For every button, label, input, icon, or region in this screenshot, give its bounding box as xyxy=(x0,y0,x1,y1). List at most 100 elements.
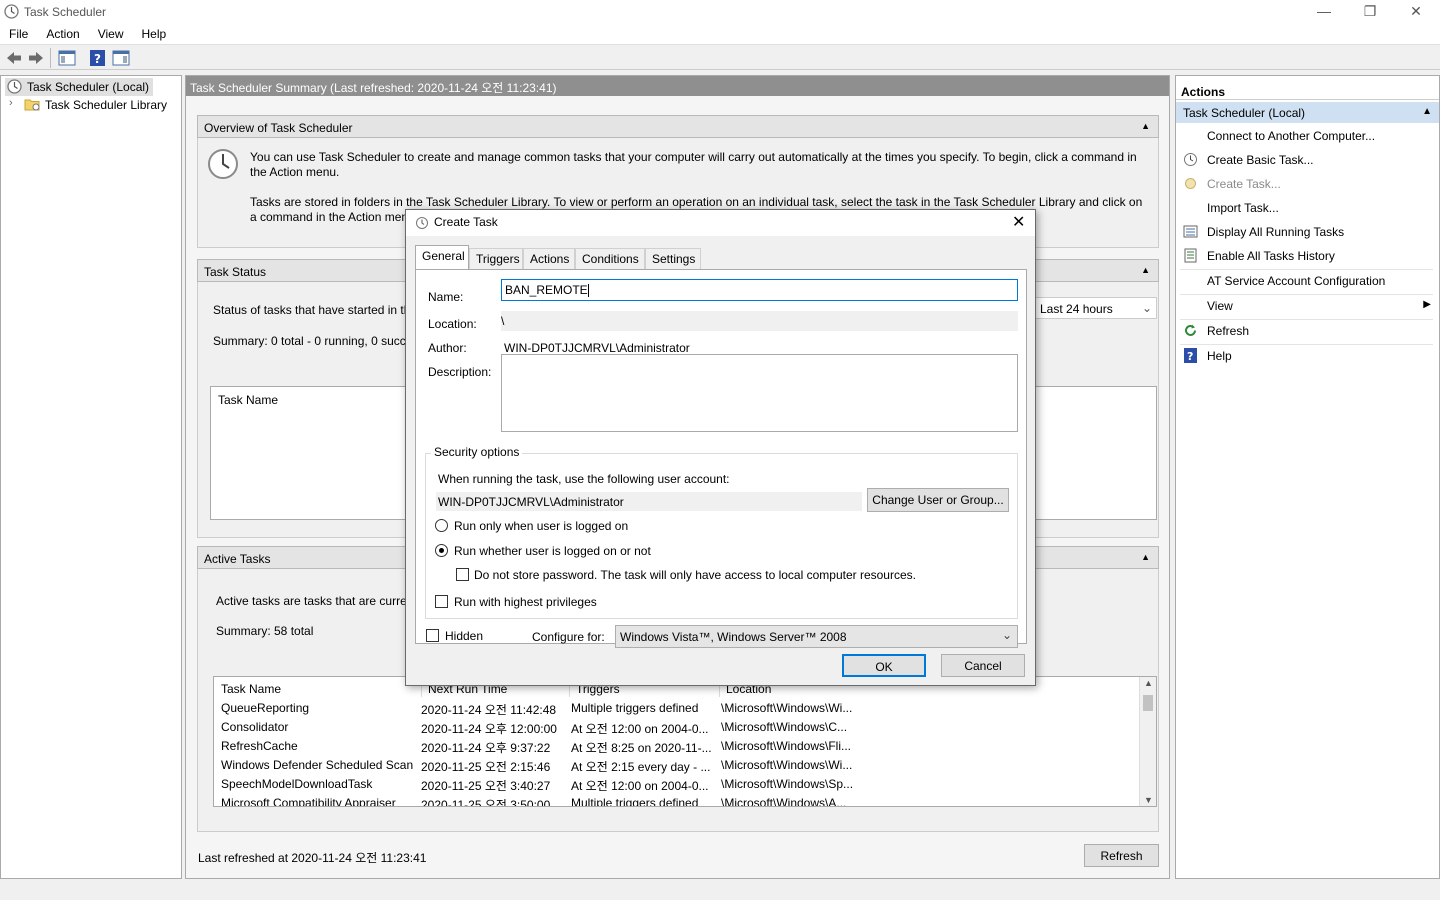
actions-pane: Actions Task Scheduler (Local) ▲ Connect… xyxy=(1175,75,1440,879)
cell-task-name: RefreshCache xyxy=(221,739,298,753)
tab-triggers[interactable]: Triggers xyxy=(469,248,523,269)
action-view[interactable]: View ▶ xyxy=(1176,295,1439,319)
active-tasks-grid[interactable]: Task Name Next Run Time Triggers Locatio… xyxy=(213,676,1157,807)
checkbox-do-not-store-password[interactable] xyxy=(456,568,469,581)
action-connect-to-another-computer[interactable]: Connect to Another Computer... xyxy=(1176,125,1439,149)
collapse-up-icon[interactable]: ▲ xyxy=(1141,265,1150,275)
scroll-up-icon[interactable]: ▲ xyxy=(1144,678,1153,688)
menu-help[interactable]: Help xyxy=(133,24,176,41)
close-button[interactable]: ✕ xyxy=(1393,0,1439,24)
cell-location: \Microsoft\Windows\Wi... xyxy=(721,701,853,715)
table-row[interactable]: Windows Defender Scheduled Scan 2020-11-2… xyxy=(221,755,1121,774)
table-row[interactable]: RefreshCache 2020-11-24 오후 9:37:22 At 오전 8… xyxy=(221,736,1121,755)
running-tasks-icon xyxy=(1183,225,1198,238)
refresh-button[interactable]: Refresh xyxy=(1084,844,1159,867)
clock-icon xyxy=(208,149,238,179)
table-row[interactable]: QueueReporting 2020-11-24 오전 11:42:48 Mult… xyxy=(221,698,1121,717)
cell-next-run: 2020-11-24 오후 9:37:22 xyxy=(421,741,551,755)
dialog-close-icon[interactable]: ✕ xyxy=(1012,212,1025,232)
table-row[interactable]: Consolidator 2020-11-24 오후 12:00:00 At 오전 … xyxy=(221,717,1121,736)
action-at-service-account-configuration[interactable]: AT Service Account Configuration xyxy=(1176,270,1439,294)
tab-general[interactable]: General xyxy=(415,245,469,269)
tab-conditions[interactable]: Conditions xyxy=(575,248,645,269)
collapse-up-icon[interactable]: ▲ xyxy=(1422,106,1432,117)
name-input[interactable]: BAN_REMOTE xyxy=(501,279,1018,301)
scroll-down-icon[interactable]: ▼ xyxy=(1144,795,1153,805)
help-icon[interactable]: ? xyxy=(89,49,107,67)
restore-button[interactable]: ❐ xyxy=(1347,0,1393,24)
cell-location: \Microsoft\Windows\C... xyxy=(721,720,848,734)
checkbox-hidden[interactable] xyxy=(426,629,439,642)
description-textarea[interactable] xyxy=(501,354,1018,432)
chevron-down-icon[interactable]: ⌄ xyxy=(1142,301,1152,315)
actions-section-task-scheduler-local[interactable]: Task Scheduler (Local) ▲ xyxy=(1176,102,1439,123)
action-label: Display All Running Tasks xyxy=(1207,225,1345,239)
cell-triggers: Multiple triggers defined xyxy=(571,701,699,715)
checkbox-run-with-highest-privileges[interactable] xyxy=(435,595,448,608)
action-display-all-running-tasks[interactable]: Display All Running Tasks xyxy=(1176,221,1439,245)
hidden-label[interactable]: Hidden xyxy=(445,629,483,643)
cell-triggers: At 오전 2:15 every day - ... xyxy=(571,760,711,774)
cell-next-run: 2020-11-25 오전 2:15:46 xyxy=(421,760,551,774)
window-title: Task Scheduler xyxy=(24,5,107,19)
menu-view[interactable]: View xyxy=(89,24,133,41)
run-with-highest-privileges-label[interactable]: Run with highest privileges xyxy=(454,595,597,609)
action-create-task[interactable]: Create Task... xyxy=(1176,173,1439,197)
scrollbar-thumb[interactable] xyxy=(1143,695,1153,711)
overview-text-1: You can use Task Scheduler to create and… xyxy=(250,150,1137,179)
collapse-up-icon[interactable]: ▲ xyxy=(1141,552,1150,562)
help-icon: ? xyxy=(1184,348,1197,363)
action-import-task[interactable]: Import Task... xyxy=(1176,197,1439,221)
cancel-button[interactable]: Cancel xyxy=(941,654,1025,677)
tab-actions[interactable]: Actions xyxy=(523,248,575,269)
description-label: Description: xyxy=(428,365,492,379)
active-tasks-summary: Summary: 58 total xyxy=(216,624,314,638)
chevron-right-icon[interactable]: › xyxy=(9,97,13,109)
show-hide-action-pane-icon[interactable] xyxy=(112,49,130,67)
cell-triggers: At 오전 8:25 on 2020-11-... xyxy=(571,741,712,755)
radio-run-whether-logged-on[interactable] xyxy=(435,544,448,557)
create-task-icon xyxy=(1185,178,1196,189)
action-create-basic-task[interactable]: Create Basic Task... xyxy=(1176,149,1439,173)
table-row[interactable]: Microsoft Compatibility Appraiser 2020-11… xyxy=(221,793,1121,807)
cell-triggers: At 오전 12:00 on 2004-0... xyxy=(571,722,709,736)
radio-run-only-when-logged-on-label[interactable]: Run only when user is logged on xyxy=(454,519,628,533)
tree-item-task-scheduler-local[interactable]: Task Scheduler (Local) xyxy=(5,78,154,96)
tab-settings[interactable]: Settings xyxy=(645,248,701,269)
overview-section-header[interactable]: Overview of Task Scheduler ▲ xyxy=(197,115,1159,138)
action-label: Refresh xyxy=(1207,324,1250,338)
change-user-or-group-button[interactable]: Change User or Group... xyxy=(867,488,1009,512)
author-label: Author: xyxy=(428,341,467,355)
show-hide-console-tree-icon[interactable] xyxy=(58,49,76,67)
action-help[interactable]: ? Help xyxy=(1176,345,1439,369)
cell-location: \Microsoft\Windows\Sp... xyxy=(721,777,854,791)
action-enable-all-tasks-history[interactable]: Enable All Tasks History xyxy=(1176,245,1439,269)
configure-for-select[interactable]: Windows Vista™, Windows Server™ 2008 ⌄ xyxy=(615,625,1018,648)
tree-item-task-scheduler-library[interactable]: › Task Scheduler Library xyxy=(9,96,171,114)
collapse-up-icon[interactable]: ▲ xyxy=(1141,121,1150,131)
action-refresh[interactable]: Refresh xyxy=(1176,320,1439,344)
menu-action[interactable]: Action xyxy=(37,24,88,41)
chevron-down-icon[interactable]: ⌄ xyxy=(1002,628,1012,642)
radio-run-whether-logged-on-label[interactable]: Run whether user is logged on or not xyxy=(454,544,651,558)
back-arrow-icon[interactable] xyxy=(5,49,23,67)
minimize-button[interactable]: — xyxy=(1301,0,1347,24)
toolbar-divider xyxy=(50,48,51,68)
tree-item-label: Task Scheduler (Local) xyxy=(27,80,150,94)
column-header-task-name[interactable]: Task Name xyxy=(221,682,281,696)
radio-run-only-when-logged-on[interactable] xyxy=(435,519,448,532)
ok-button[interactable]: OK xyxy=(842,654,926,677)
menu-file[interactable]: File xyxy=(0,24,37,41)
status-period-select[interactable]: Last 24 hours ⌄ xyxy=(1033,297,1157,319)
forward-arrow-icon[interactable] xyxy=(27,49,45,67)
do-not-store-password-label[interactable]: Do not store password. The task will onl… xyxy=(474,568,916,582)
table-row[interactable]: SpeechModelDownloadTask 2020-11-25 오전 3:4… xyxy=(221,774,1121,793)
vertical-scrollbar[interactable]: ▲ ▼ xyxy=(1139,677,1156,806)
cell-next-run: 2020-11-25 오전 3:50:00 xyxy=(421,798,551,807)
clock-icon xyxy=(416,217,428,229)
name-label: Name: xyxy=(428,290,464,304)
security-options-group: Security options When running the task, … xyxy=(425,445,1018,619)
create-task-dialog: Create Task ✕ General Triggers Actions C… xyxy=(405,209,1036,686)
column-header-task-name[interactable]: Task Name xyxy=(218,393,278,407)
name-value: BAN_REMOTE xyxy=(505,283,588,297)
